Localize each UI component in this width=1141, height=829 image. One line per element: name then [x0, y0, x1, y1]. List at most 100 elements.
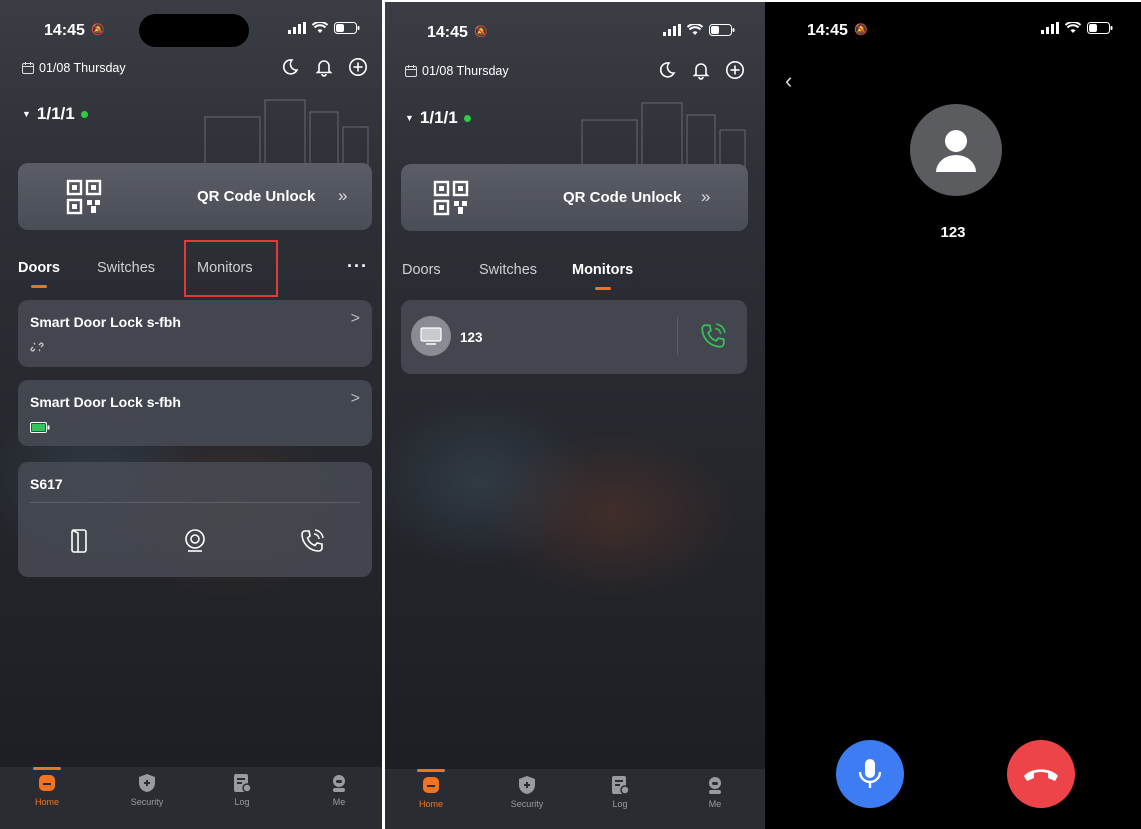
date-row: 01/08 Thursday: [405, 64, 509, 78]
date-label: 01/08 Thursday: [422, 64, 509, 78]
status-time: 14:45: [807, 22, 848, 39]
status-time: 14:45: [44, 22, 85, 39]
silent-icon: 🔕: [91, 24, 105, 36]
bell-icon[interactable]: [314, 57, 334, 77]
moon-icon[interactable]: [657, 60, 677, 80]
tab-monitors-label: Monitors: [572, 262, 634, 278]
tab-doors-label: Doors: [402, 262, 441, 278]
caret-down-icon: ▼: [22, 109, 31, 119]
callee-avatar: [910, 104, 1002, 196]
shield-icon: [518, 776, 536, 794]
tab-doors[interactable]: Doors: [18, 260, 60, 288]
status-bar: 14:45 🔕: [385, 2, 765, 54]
tab-switches-label: Switches: [97, 260, 156, 276]
site-label: 1/1/1: [36, 104, 75, 123]
wifi-icon: [687, 24, 703, 35]
add-circle-icon[interactable]: [348, 57, 368, 77]
monitors-tab-highlight: [184, 240, 278, 297]
header-actions: [280, 57, 368, 77]
buildings-illustration: [204, 99, 369, 167]
tabbar-me-label: Me: [708, 799, 722, 809]
end-call-icon: [1024, 769, 1058, 781]
phone-screen-calling: 14:45 🔕 ‹ 123: [765, 2, 1141, 829]
signal-icon: [288, 22, 306, 34]
device-tabs: Doors Switches Monitors: [402, 260, 751, 290]
tab-doors[interactable]: Doors: [402, 262, 441, 278]
door-lock-card-2[interactable]: Smart Door Lock s-fbh >: [18, 380, 372, 446]
tab-monitors[interactable]: Monitors: [572, 262, 634, 290]
tabbar-log-label: Log: [612, 799, 628, 809]
tabbar-log[interactable]: Log: [590, 775, 650, 809]
active-tab-bar-indicator: [33, 767, 61, 770]
shield-icon: [138, 774, 156, 792]
moon-icon[interactable]: [280, 57, 300, 77]
log-icon: [612, 776, 630, 795]
silent-icon: 🔕: [474, 26, 488, 38]
battery-icon: [709, 24, 735, 36]
tab-switches[interactable]: Switches: [479, 262, 537, 278]
site-selector[interactable]: ▼ 1/1/1: [22, 104, 88, 124]
active-tab-indicator: [594, 287, 611, 290]
user-icon: [709, 777, 721, 794]
add-circle-icon[interactable]: [725, 60, 745, 80]
qr-code-icon: [66, 179, 102, 215]
qr-unlock-label: QR Code Unlock: [197, 188, 316, 205]
tab-doors-label: Doors: [18, 260, 60, 276]
device-title: S617: [30, 476, 63, 492]
tab-switches-label: Switches: [479, 262, 538, 278]
calendar-icon: [22, 62, 34, 74]
mute-button[interactable]: [836, 740, 904, 808]
back-button[interactable]: ‹: [785, 68, 792, 94]
status-icons: [1041, 22, 1113, 34]
door-lock-title: Smart Door Lock s-fbh: [30, 314, 181, 330]
tabbar-me[interactable]: Me: [685, 775, 745, 809]
monitor-device-icon: [420, 327, 442, 345]
signal-icon: [1041, 22, 1059, 34]
tabbar-security[interactable]: Security: [497, 775, 557, 809]
tabbar-me-label: Me: [332, 797, 346, 807]
home-icon: [423, 777, 439, 793]
callee-name: 123: [940, 224, 966, 241]
hang-up-button[interactable]: [1007, 740, 1075, 808]
status-time: 14:45: [427, 24, 468, 41]
camera-icon[interactable]: [183, 528, 207, 554]
bottom-tab-bar: Home Security Log Me: [0, 767, 382, 829]
active-tab-bar-indicator: [417, 769, 445, 772]
double-chevron-icon: »: [701, 187, 711, 206]
tabbar-log-label: Log: [234, 797, 250, 807]
date-row: 01/08 Thursday: [22, 61, 126, 75]
tabbar-me[interactable]: Me: [309, 773, 369, 807]
qr-code-unlock-card[interactable]: QR Code Unlock »: [401, 164, 748, 231]
buildings-illustration: [581, 102, 746, 170]
qr-code-unlock-card[interactable]: QR Code Unlock »: [18, 163, 372, 230]
tabbar-security[interactable]: Security: [117, 773, 177, 807]
tab-switches[interactable]: Switches: [97, 260, 155, 276]
bell-icon[interactable]: [691, 60, 711, 80]
qr-code-icon: [433, 180, 469, 216]
status-bar: 14:45 🔕: [0, 0, 382, 52]
online-dot: [80, 110, 88, 118]
more-icon[interactable]: ···: [347, 256, 368, 277]
door-lock-card-1[interactable]: Smart Door Lock s-fbh >: [18, 300, 372, 367]
phone-screen-monitors: 14:45 🔕 01/08 Thursday ▼ 1/1/1 QR Code U…: [385, 2, 765, 829]
monitor-avatar: [411, 316, 451, 356]
active-tab-indicator: [30, 285, 47, 288]
tabbar-home[interactable]: Home: [17, 773, 77, 807]
unlinked-icon: [30, 342, 44, 352]
door-icon[interactable]: [68, 528, 90, 554]
header-actions: [657, 60, 745, 80]
tabbar-home[interactable]: Home: [401, 775, 461, 809]
phone-call-icon[interactable]: [299, 528, 325, 554]
home-icon: [39, 775, 55, 791]
site-selector[interactable]: ▼ 1/1/1: [405, 108, 471, 128]
door-lock-title: Smart Door Lock s-fbh: [30, 394, 181, 410]
call-monitor-icon[interactable]: [699, 322, 727, 350]
user-icon: [333, 775, 345, 792]
double-chevron-icon: »: [338, 186, 348, 205]
chevron-right-icon: >: [350, 310, 360, 327]
calendar-icon: [405, 65, 417, 77]
tabbar-log[interactable]: Log: [212, 773, 272, 807]
status-icons: [288, 22, 360, 34]
monitor-card[interactable]: 123: [401, 300, 747, 374]
monitor-name: 123: [460, 330, 483, 345]
